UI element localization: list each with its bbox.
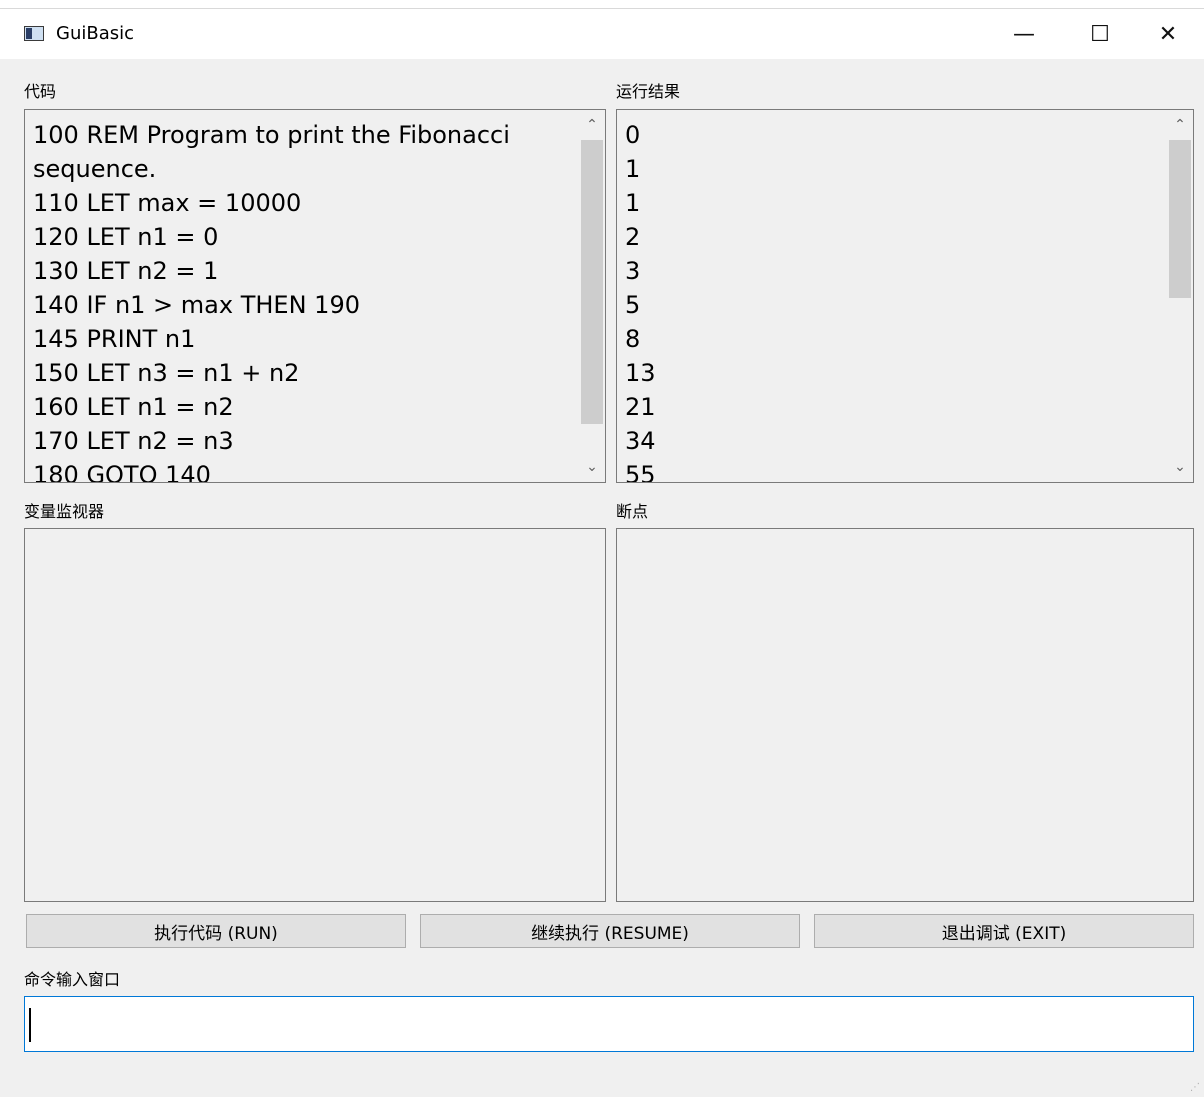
app-window-icon: [24, 26, 44, 41]
output-line: 34: [625, 427, 656, 455]
code-line: 110 LET max = 10000: [33, 189, 302, 217]
chevron-down-icon[interactable]: ⌄: [1167, 454, 1193, 480]
output-line: 2: [625, 223, 641, 251]
output-panel[interactable]: 0 1 1 2 3 5 8 13 21 34 55 ⌃ ⌄: [616, 109, 1194, 483]
code-line: 145 PRINT n1: [33, 325, 196, 353]
code-line: 120 LET n1 = 0: [33, 223, 219, 251]
output-lines: 0 1 1 2 3 5 8 13 21 34 55: [625, 118, 656, 483]
code-lines: 100 REM Program to print the Fibonacci se…: [33, 118, 510, 483]
output-line: 3: [625, 257, 641, 285]
output-line: 5: [625, 291, 641, 319]
run-button[interactable]: 执行代码 (RUN): [26, 914, 406, 948]
variable-monitor-panel[interactable]: [24, 528, 606, 902]
minimize-button[interactable]: —: [988, 9, 1060, 59]
breakpoint-label: 断点: [616, 502, 649, 521]
command-input[interactable]: [24, 996, 1194, 1052]
code-line: 160 LET n1 = n2: [33, 393, 234, 421]
exit-debug-button[interactable]: 退出调试 (EXIT): [814, 914, 1194, 948]
output-label: 运行结果: [616, 82, 681, 101]
code-line: 100 REM Program to print the Fibonacci: [33, 121, 510, 149]
chevron-up-icon[interactable]: ⌃: [579, 112, 605, 138]
output-line: 13: [625, 359, 656, 387]
code-line: sequence.: [33, 155, 157, 183]
code-line: 170 LET n2 = n3: [33, 427, 234, 455]
code-line: 150 LET n3 = n1 + n2: [33, 359, 300, 387]
output-scrollbar[interactable]: ⌃ ⌄: [1167, 110, 1193, 482]
title-bar[interactable]: GuiBasic — ☐ ✕: [0, 9, 1204, 59]
code-line: 130 LET n2 = 1: [33, 257, 219, 285]
close-button[interactable]: ✕: [1132, 9, 1204, 59]
chevron-up-icon[interactable]: ⌃: [1167, 112, 1193, 138]
variable-monitor-label: 变量监视器: [24, 502, 105, 521]
resume-button[interactable]: 继续执行 (RESUME): [420, 914, 800, 948]
code-line: 140 IF n1 > max THEN 190: [33, 291, 360, 319]
output-line: 21: [625, 393, 656, 421]
code-line: 180 GOTO 140: [33, 461, 211, 483]
resize-grip-icon[interactable]: ⋰: [1190, 1083, 1200, 1093]
output-line: 1: [625, 155, 641, 183]
code-scrollbar[interactable]: ⌃ ⌄: [579, 110, 605, 482]
code-editor[interactable]: 100 REM Program to print the Fibonacci se…: [24, 109, 606, 483]
output-scroll-thumb[interactable]: [1169, 140, 1191, 298]
text-caret: [29, 1008, 31, 1042]
breakpoint-panel[interactable]: [616, 528, 1194, 902]
window-top-edge: [0, 0, 1204, 9]
output-line: 8: [625, 325, 641, 353]
maximize-button[interactable]: ☐: [1064, 9, 1136, 59]
code-scroll-thumb[interactable]: [581, 140, 603, 424]
code-label: 代码: [24, 82, 57, 101]
output-line: 55: [625, 461, 656, 483]
window-title: GuiBasic: [56, 23, 135, 44]
command-input-label: 命令输入窗口: [24, 970, 121, 989]
output-line: 1: [625, 189, 641, 217]
output-line: 0: [625, 121, 641, 149]
chevron-down-icon[interactable]: ⌄: [579, 454, 605, 480]
